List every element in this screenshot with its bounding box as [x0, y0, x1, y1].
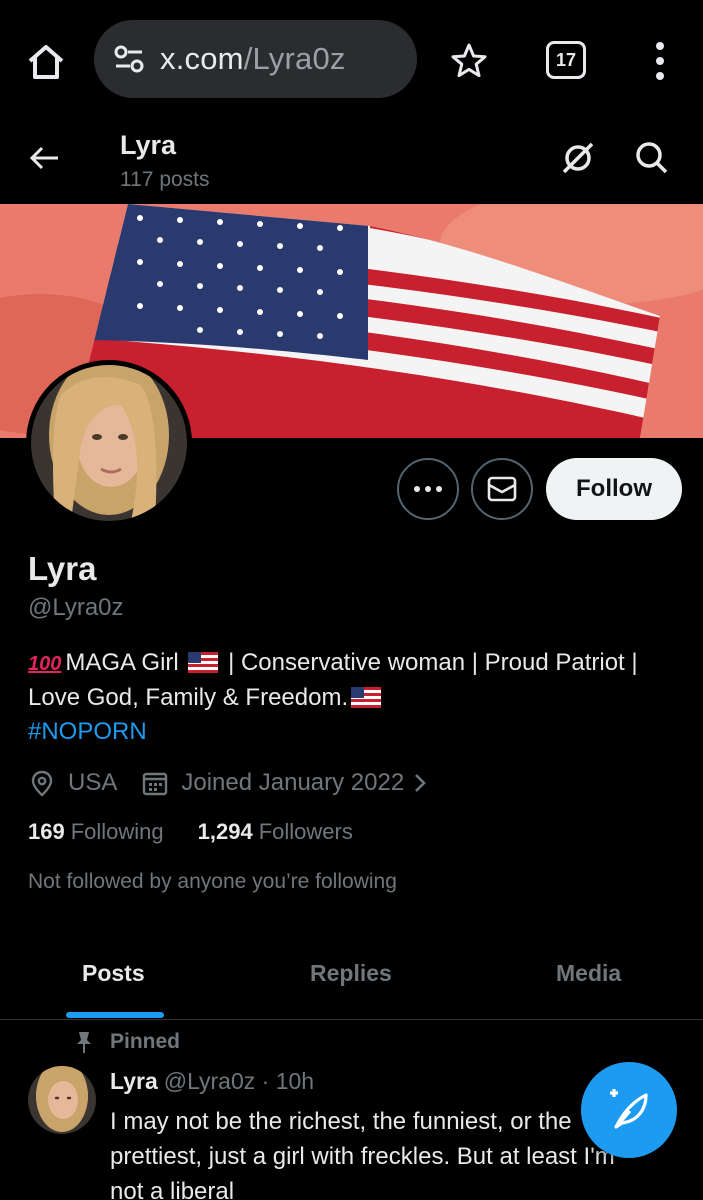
search-icon[interactable]: [632, 138, 672, 178]
bio-line2: Love God, Family & Freedom.: [28, 684, 349, 711]
site-settings-icon[interactable]: [112, 42, 146, 76]
bio-line1-rest: | Conservative woman | Proud Patriot |: [228, 649, 638, 676]
hashtag-link[interactable]: #NOPORN: [28, 715, 678, 749]
not-followed-note: Not followed by anyone you’re following: [28, 870, 397, 893]
post-author-handle[interactable]: @Lyra0z: [164, 1068, 256, 1094]
followers-link[interactable]: 1,294 Followers: [198, 819, 353, 845]
header-name: Lyra: [120, 130, 177, 160]
profile-top-bar: Lyra 117 posts: [0, 120, 703, 204]
back-arrow-icon[interactable]: [26, 140, 62, 176]
post-author-name[interactable]: Lyra: [110, 1068, 158, 1094]
location-pin-icon: [31, 770, 53, 797]
pinned-label: Pinned: [110, 1030, 181, 1053]
post-text-line3: not a liberal: [110, 1178, 235, 1200]
post-author-avatar[interactable]: [28, 1066, 96, 1134]
pinned-indicator: Pinned: [74, 1030, 180, 1054]
hundred-points-emoji-icon: 100: [28, 653, 62, 675]
tab-media[interactable]: Media: [556, 960, 621, 987]
following-label: Following: [70, 819, 164, 844]
profile-display-name: Lyra: [28, 550, 97, 587]
profile-bio: 100 MAGA Girl | Conservative woman | Prou…: [28, 646, 678, 749]
bookmark-star-icon[interactable]: [446, 38, 492, 84]
us-flag-emoji-icon: [351, 687, 382, 708]
following-link[interactable]: 169 Following: [28, 819, 164, 845]
active-tab-indicator: [66, 1012, 164, 1018]
profile-meta: USA Joined January 2022: [28, 766, 430, 800]
address-bar[interactable]: x.com/Lyra0z: [94, 20, 417, 98]
header-post-count: 117 posts: [120, 168, 210, 191]
tab-replies[interactable]: Replies: [310, 960, 392, 987]
browser-menu-icon[interactable]: [645, 38, 675, 84]
avatar-photo: [31, 365, 187, 521]
url-text: x.com/Lyra0z: [160, 41, 346, 77]
url-domain: x.com: [160, 41, 244, 76]
chevron-right-icon[interactable]: [410, 771, 430, 795]
message-button[interactable]: [471, 458, 533, 520]
follow-button[interactable]: Follow: [546, 458, 682, 520]
followers-count: 1,294: [197, 819, 253, 844]
compose-feather-icon: [610, 1089, 648, 1129]
url-path: /Lyra0z: [243, 41, 346, 76]
tab-switcher-button[interactable]: 17: [546, 41, 586, 79]
profile-avatar[interactable]: [26, 360, 192, 526]
grok-icon[interactable]: [558, 138, 598, 178]
browser-toolbar: x.com/Lyra0z 17: [0, 0, 703, 120]
compose-post-button[interactable]: [581, 1062, 677, 1158]
post-text-line2: prettiest, just a girl with freckles. Bu…: [110, 1143, 615, 1170]
followers-label: Followers: [258, 819, 353, 844]
profile-tabs: Posts Replies Media: [0, 940, 703, 1020]
profile-location: USA: [68, 769, 118, 796]
envelope-icon: [487, 476, 517, 502]
follow-stats: 169 Following 1,294 Followers: [28, 819, 353, 845]
tab-posts[interactable]: Posts: [82, 960, 145, 987]
calendar-icon: [143, 772, 168, 796]
following-count: 169: [28, 819, 65, 844]
pin-icon: [77, 1032, 91, 1053]
bio-line1: MAGA Girl: [65, 649, 179, 676]
profile-handle: @Lyra0z: [28, 594, 124, 621]
us-flag-emoji-icon: [188, 652, 219, 673]
post-avatar-photo: [28, 1066, 96, 1134]
profile-joined[interactable]: Joined January 2022: [181, 769, 404, 797]
post-header: Lyra @Lyra0z · 10h: [110, 1068, 314, 1095]
post-time: · 10h: [261, 1068, 315, 1094]
home-icon[interactable]: [22, 38, 70, 86]
more-options-button[interactable]: [397, 458, 459, 520]
